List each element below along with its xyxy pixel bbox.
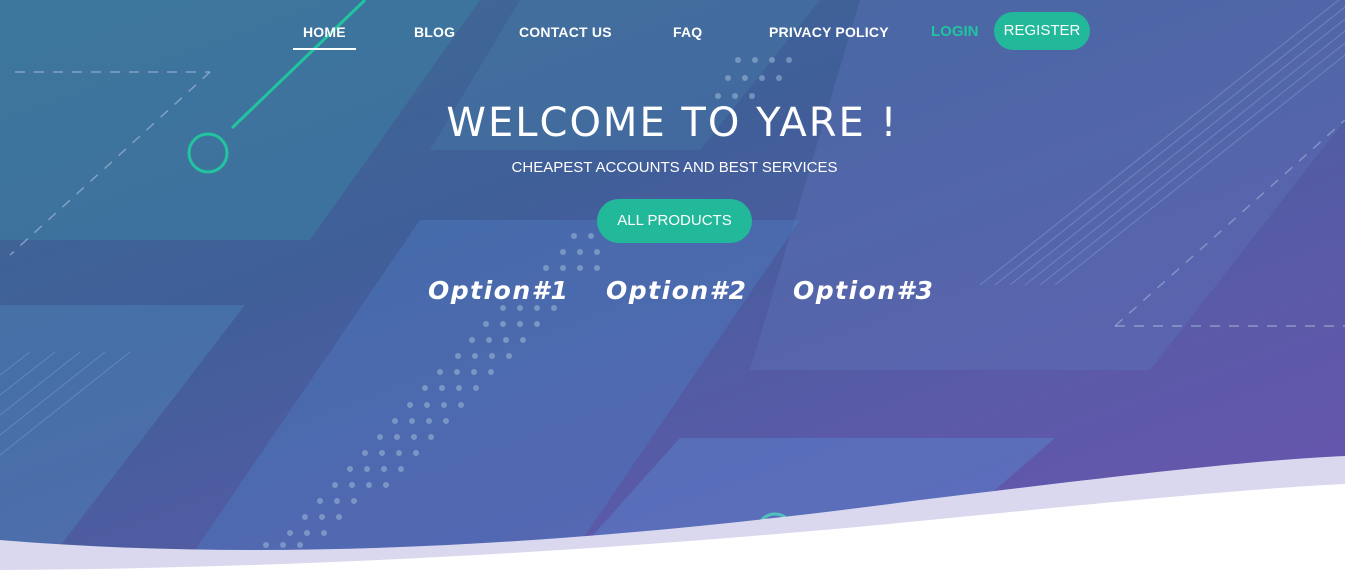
- all-products-button[interactable]: ALL PRODUCTS: [597, 199, 752, 243]
- bg-panel: [750, 0, 1345, 370]
- hero-section: HOME BLOG CONTACT US FAQ PRIVACY POLICY …: [0, 0, 1345, 572]
- option-1[interactable]: Option#1: [428, 276, 569, 305]
- nav-home[interactable]: HOME: [293, 24, 356, 50]
- login-link[interactable]: LOGIN: [931, 23, 979, 40]
- option-3[interactable]: Option#3: [793, 276, 934, 305]
- hero-title: WELCOME TO YARE !: [446, 100, 899, 146]
- nav-contact-us[interactable]: CONTACT US: [519, 24, 612, 40]
- option-2[interactable]: Option#2: [606, 276, 747, 305]
- top-navigation: HOME BLOG CONTACT US FAQ PRIVACY POLICY …: [0, 12, 1345, 52]
- nav-faq[interactable]: FAQ: [673, 24, 702, 40]
- nav-blog[interactable]: BLOG: [414, 24, 455, 40]
- register-button[interactable]: REGISTER: [994, 12, 1090, 50]
- nav-privacy-policy[interactable]: PRIVACY POLICY: [769, 24, 889, 40]
- hero-subtitle: CHEAPEST ACCOUNTS AND BEST SERVICES: [511, 159, 838, 176]
